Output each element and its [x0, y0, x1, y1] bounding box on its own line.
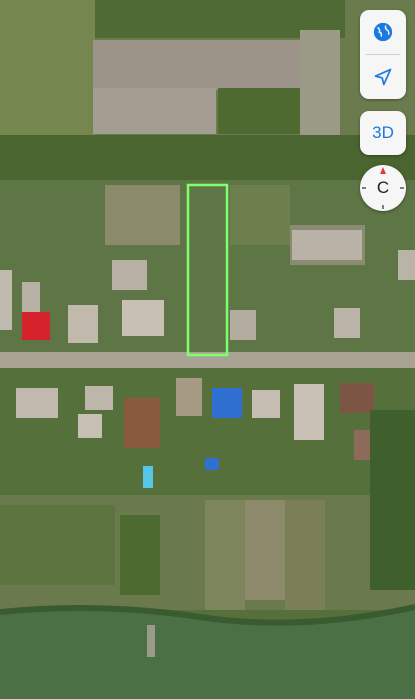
- house-brown-roof: [340, 383, 374, 413]
- warehouse-roof: [93, 40, 305, 90]
- house: [230, 310, 256, 340]
- three-d-button[interactable]: 3D: [360, 111, 406, 155]
- map-controls: [360, 10, 406, 99]
- compass-label: C: [376, 178, 390, 197]
- river: [0, 610, 415, 699]
- house: [122, 300, 164, 336]
- house: [78, 414, 102, 438]
- plot: [370, 410, 415, 590]
- house: [68, 305, 98, 343]
- house: [398, 250, 415, 280]
- veg-belt: [0, 135, 415, 185]
- pool: [143, 466, 153, 488]
- compass-button[interactable]: C: [360, 165, 406, 211]
- plot: [245, 500, 285, 600]
- house: [112, 260, 147, 290]
- plot: [285, 500, 325, 610]
- house: [16, 388, 58, 418]
- satellite-map[interactable]: [0, 0, 415, 699]
- pier: [147, 625, 155, 657]
- house-blue-roof: [212, 388, 242, 418]
- location-button[interactable]: [360, 55, 406, 99]
- house-brown-roof: [124, 398, 160, 448]
- shed-blue: [205, 458, 219, 470]
- house: [85, 386, 113, 410]
- yard-2: [230, 185, 290, 245]
- house: [334, 308, 360, 338]
- yard-1: [105, 185, 180, 245]
- warehouse-roof-lower: [93, 88, 216, 134]
- globe-button[interactable]: [360, 10, 406, 54]
- house: [0, 270, 12, 330]
- house: [292, 230, 362, 260]
- plot: [205, 500, 245, 610]
- location-arrow-icon: [374, 68, 392, 86]
- green-patch: [218, 88, 306, 134]
- globe-icon: [373, 22, 393, 42]
- house: [294, 384, 324, 440]
- plot: [0, 505, 115, 585]
- house: [252, 390, 280, 418]
- house: [176, 378, 202, 416]
- house: [22, 282, 40, 312]
- plot: [120, 515, 160, 595]
- house-red-roof: [22, 312, 50, 340]
